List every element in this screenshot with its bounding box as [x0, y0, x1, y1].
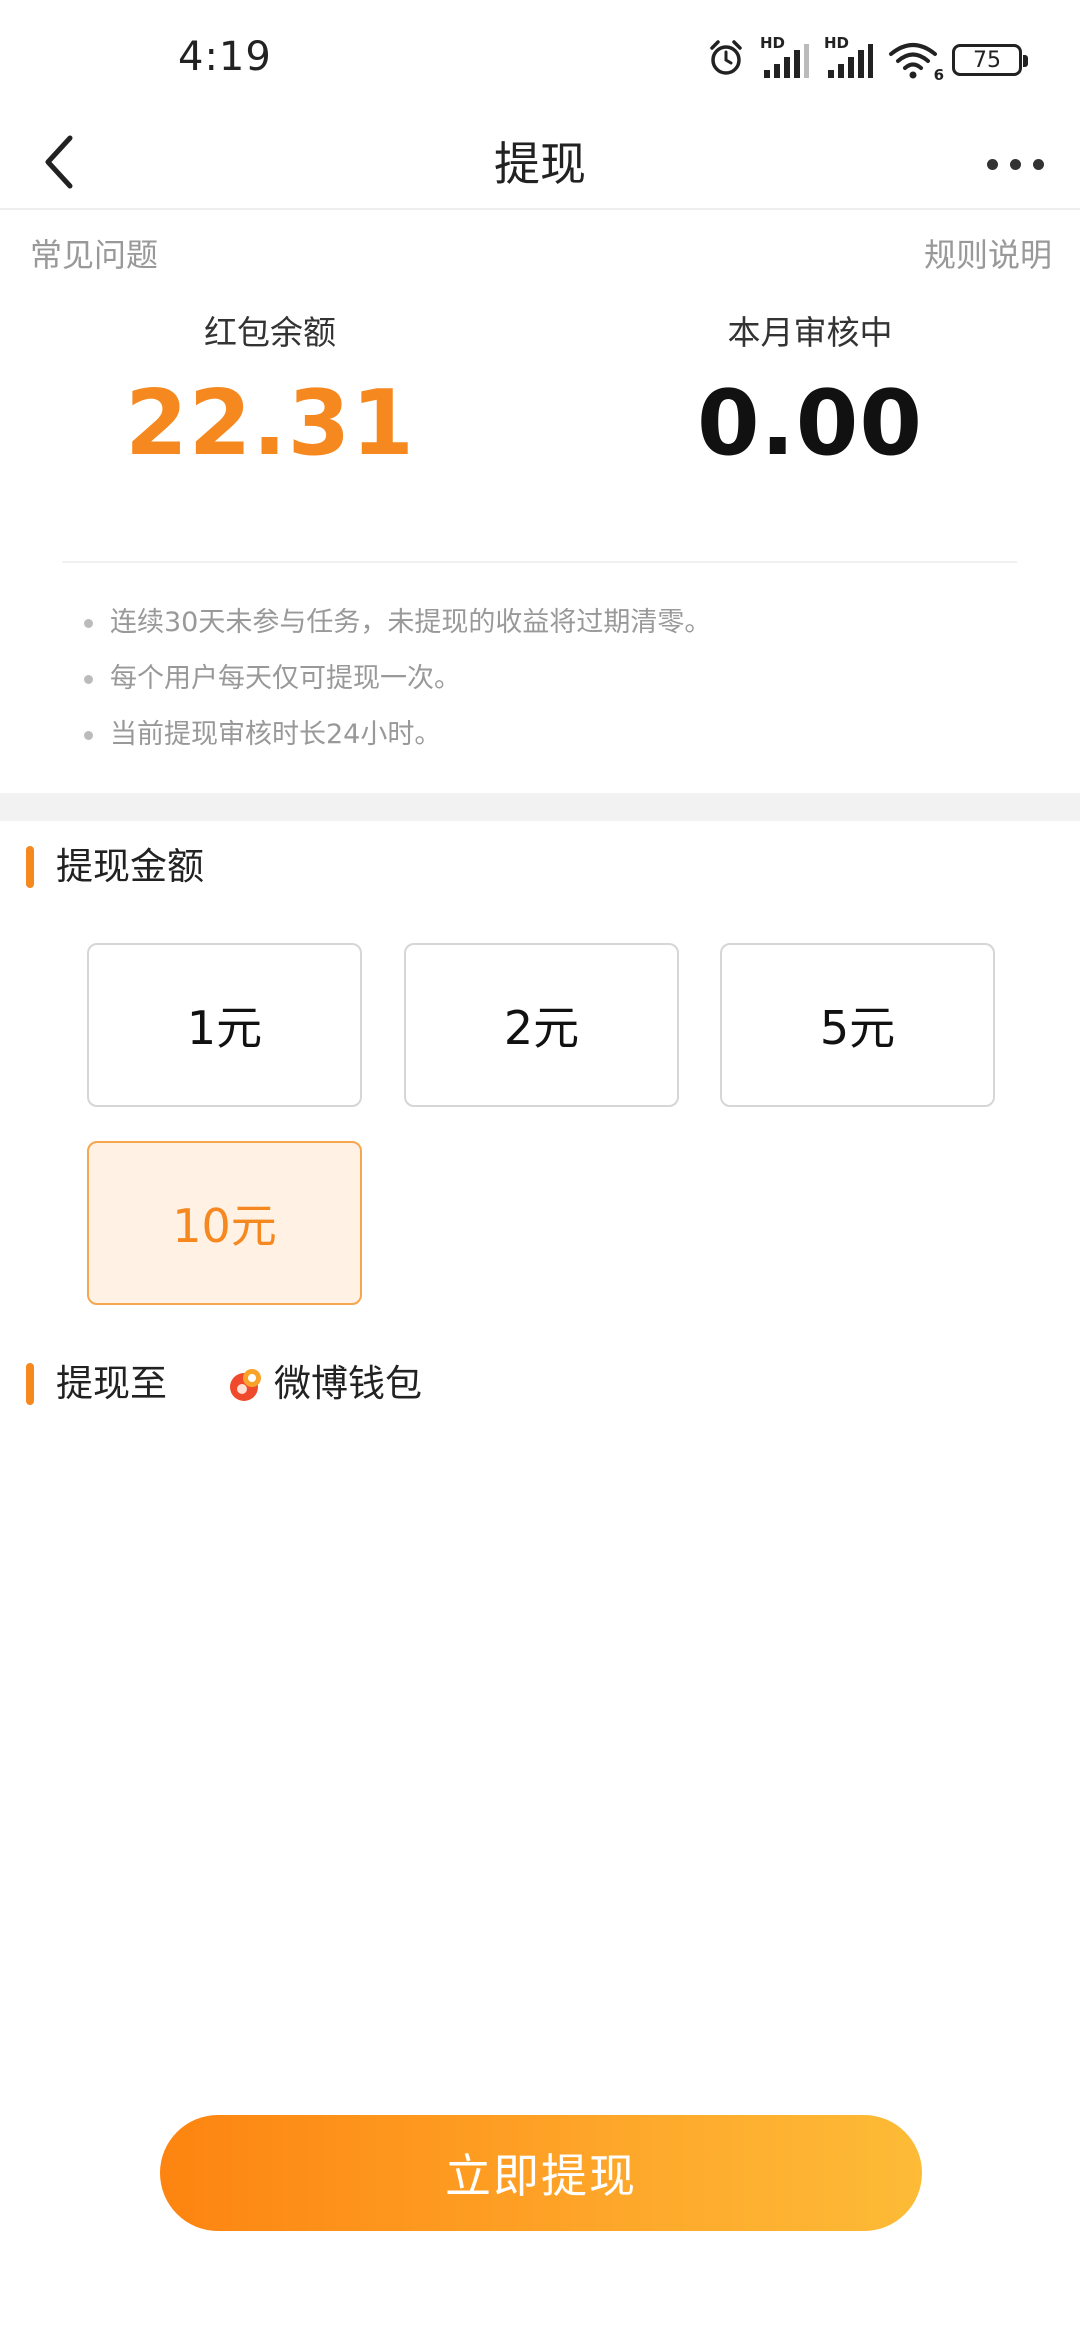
cellular-signal-icon-2: HD: [824, 34, 874, 80]
battery-level: 75: [973, 47, 1001, 73]
help-links: 常见问题 规则说明: [0, 230, 1080, 280]
pending-review-value: 0.00: [696, 371, 924, 476]
pending-review-balance: 本月审核中 0.00: [610, 310, 1010, 474]
status-icons: HD HD 6 75: [706, 34, 1028, 84]
withdraw-notes: 连续30天未参与任务，未提现的收益将过期清零。 每个用户每天仅可提现一次。 当前…: [84, 600, 1034, 768]
more-dot-3: [1032, 158, 1044, 170]
red-packet-balance: 红包余额 22.31: [70, 310, 470, 474]
amount-option-1[interactable]: 1元: [87, 943, 362, 1107]
status-bar: 4:19 HD HD 6 75: [0, 0, 1080, 118]
section-separator: [0, 793, 1080, 821]
faq-link[interactable]: 常见问题: [30, 230, 158, 276]
alarm-icon: [706, 38, 746, 82]
amount-section-title: 提现金额: [56, 845, 204, 888]
chevron-left-icon: [40, 134, 80, 194]
page-title: 提现: [494, 137, 586, 191]
wallet-name: 微博钱包: [274, 1362, 422, 1405]
note-item: 每个用户每天仅可提现一次。: [84, 656, 1034, 712]
amount-option-10[interactable]: 10元: [87, 1141, 362, 1305]
note-item: 连续30天未参与任务，未提现的收益将过期清零。: [84, 600, 1034, 656]
destination-section-header: 提现至 微博钱包: [0, 1359, 800, 1409]
accent-bar: [26, 846, 34, 888]
note-item: 当前提现审核时长24小时。: [84, 712, 1034, 768]
wifi-icon: 6: [888, 40, 944, 84]
divider: [62, 561, 1017, 563]
cellular-signal-icon: HD: [760, 34, 810, 80]
wifi-generation: 6: [933, 66, 944, 84]
pending-review-label: 本月审核中: [727, 313, 893, 352]
red-packet-value: 22.31: [125, 371, 415, 476]
more-button[interactable]: [970, 118, 1060, 210]
amount-section-header: 提现金额: [0, 842, 800, 892]
weibo-wallet-icon: [228, 1367, 264, 1403]
accent-bar: [26, 1363, 34, 1405]
withdraw-now-button[interactable]: 立即提现: [160, 2115, 922, 2231]
nav-bar: 提现: [0, 118, 1080, 210]
destination-section-title: 提现至: [56, 1362, 167, 1405]
more-dots-icon: [986, 158, 998, 170]
rules-link[interactable]: 规则说明: [924, 230, 1052, 276]
more-dot-2: [1009, 158, 1021, 170]
amount-option-2[interactable]: 2元: [404, 943, 679, 1107]
back-button[interactable]: [22, 118, 98, 210]
amount-option-5[interactable]: 5元: [720, 943, 995, 1107]
battery-icon: 75: [952, 44, 1028, 76]
red-packet-label: 红包余额: [204, 313, 336, 352]
status-time: 4:19: [178, 34, 272, 80]
